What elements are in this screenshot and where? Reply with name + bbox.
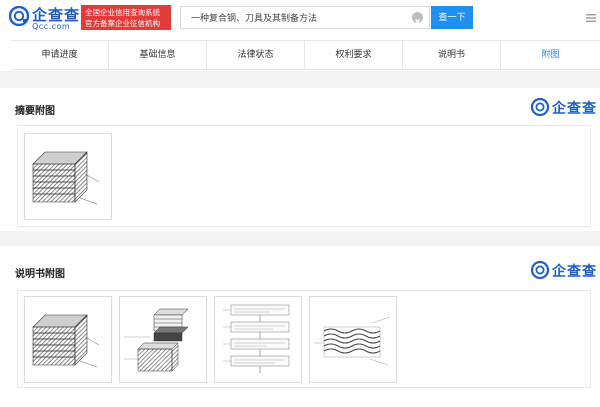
specification-drawing-thumbnail[interactable] <box>119 296 207 383</box>
process-flowchart-drawing <box>223 304 290 373</box>
specification-drawings-title: 说明书附图 <box>15 269 65 280</box>
certification-line-2: 官方备案企业征信机构 <box>85 18 160 28</box>
specification-drawing-thumbnail[interactable] <box>24 296 112 383</box>
header: 企查查 Qcc.com 全国企业信用查询系统 官方备案企业征信机构 查一下 <box>0 0 600 36</box>
tab-basic-info[interactable]: 基础信息 <box>109 41 207 69</box>
app: 企查查 Qcc.com 全国企业信用查询系统 官方备案企业征信机构 查一下 申请… <box>0 0 600 407</box>
brand-logo-text: 企查查 <box>552 264 597 280</box>
brand-logo-icon <box>531 261 549 279</box>
search-input[interactable] <box>191 7 411 28</box>
search-button[interactable]: 查一下 <box>431 6 473 29</box>
certification-line-1: 全国企业信用查询系统 <box>85 7 160 17</box>
exploded-layers-drawing <box>124 308 189 372</box>
wavy-layer-drawing <box>314 316 391 366</box>
abstract-drawings-title: 摘要附图 <box>15 106 55 117</box>
brand-logo-icon <box>531 98 549 116</box>
tab-claims[interactable]: 权利要求 <box>305 41 403 69</box>
tab-specification[interactable]: 说明书 <box>403 41 501 69</box>
brand-logo: 企查查 <box>531 98 597 117</box>
tab-drawings[interactable]: 附图 <box>501 41 600 69</box>
menu-icon[interactable] <box>586 14 596 22</box>
specification-drawings-panel <box>17 290 591 388</box>
abstract-drawings-panel <box>17 125 591 227</box>
tab-legal-status[interactable]: 法律状态 <box>207 41 305 69</box>
certification-badge: 全国企业信用查询系统 官方备案企业征信机构 <box>81 5 171 30</box>
specification-drawing-thumbnail[interactable] <box>214 296 302 383</box>
brand-logo: 企查查 <box>531 261 597 280</box>
search-box <box>180 6 430 29</box>
abstract-drawing-thumbnail[interactable] <box>24 133 112 220</box>
tab-bar: 申请进度 基础信息 法律状态 权利要求 说明书 附图 <box>11 40 600 70</box>
section-divider <box>0 71 600 88</box>
logo-domain: Qcc.com <box>32 22 71 31</box>
clear-icon[interactable] <box>412 12 423 24</box>
specification-drawing-thumbnail[interactable] <box>309 296 397 383</box>
layered-block-drawing <box>32 151 100 205</box>
brand-logo-text: 企查查 <box>552 101 597 117</box>
layered-block-drawing <box>32 314 100 368</box>
section-divider <box>0 231 600 246</box>
tab-progress[interactable]: 申请进度 <box>11 41 109 69</box>
logo-icon[interactable] <box>9 6 29 26</box>
